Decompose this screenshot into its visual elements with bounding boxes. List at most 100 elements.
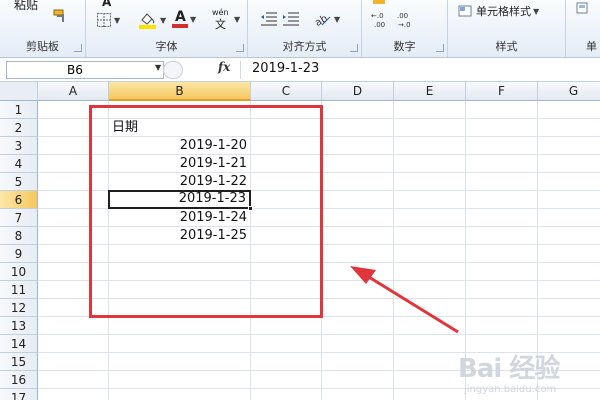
cell-e13[interactable]	[394, 317, 466, 335]
cell-f6[interactable]	[466, 191, 538, 209]
increase-indent-icon[interactable]	[282, 12, 300, 26]
row-header-13[interactable]: 13	[0, 317, 38, 335]
cell-g3[interactable]	[538, 137, 600, 155]
font-size-up-icon[interactable]: A	[102, 0, 111, 9]
cell-f4[interactable]	[466, 155, 538, 173]
cell-d17[interactable]	[322, 389, 394, 400]
cell-e6[interactable]	[394, 191, 466, 209]
fill-color-button[interactable]: ▼	[138, 11, 166, 29]
cell-g5[interactable]	[538, 173, 600, 191]
cell-e1[interactable]	[394, 101, 466, 119]
cell-e8[interactable]	[394, 227, 466, 245]
cell-e5[interactable]	[394, 173, 466, 191]
clipboard-launcher-icon[interactable]	[74, 44, 82, 52]
cell-styles-button[interactable]: 单元格样式 ▼	[458, 3, 539, 19]
cell-c17[interactable]	[251, 389, 322, 400]
cell-b17[interactable]	[109, 389, 251, 400]
alignment-launcher-icon[interactable]	[350, 44, 358, 52]
cell-a16[interactable]	[38, 371, 109, 389]
cell-d3[interactable]	[322, 137, 394, 155]
cell-c14[interactable]	[251, 335, 322, 353]
name-box-dropdown-icon[interactable]: ▼	[155, 63, 161, 72]
font-color-button[interactable]: A ▼	[172, 9, 196, 29]
cell-d6[interactable]	[322, 191, 394, 209]
cell-d16[interactable]	[322, 371, 394, 389]
cell-f13[interactable]	[466, 317, 538, 335]
cell-c13[interactable]	[251, 317, 322, 335]
cell-f1[interactable]	[466, 101, 538, 119]
cell-g4[interactable]	[538, 155, 600, 173]
cell-b14[interactable]	[109, 335, 251, 353]
cell-d1[interactable]	[322, 101, 394, 119]
row-header-1[interactable]: 1	[0, 101, 38, 119]
cell-f12[interactable]	[466, 299, 538, 317]
cell-d8[interactable]	[322, 227, 394, 245]
cell-d12[interactable]	[322, 299, 394, 317]
column-header-e[interactable]: E	[394, 82, 466, 101]
cell-f9[interactable]	[466, 245, 538, 263]
cell-f2[interactable]	[466, 119, 538, 137]
font-launcher-icon[interactable]	[236, 44, 244, 52]
cell-a13[interactable]	[38, 317, 109, 335]
name-box[interactable]: B6 ▼	[6, 61, 164, 79]
cell-g8[interactable]	[538, 227, 600, 245]
format-painter-icon[interactable]	[52, 8, 70, 24]
cell-b13[interactable]	[109, 317, 251, 335]
cell-d9[interactable]	[322, 245, 394, 263]
cell-e10[interactable]	[394, 263, 466, 281]
cell-d7[interactable]	[322, 209, 394, 227]
column-header-a[interactable]: A	[38, 82, 109, 101]
cell-e3[interactable]	[394, 137, 466, 155]
cell-f3[interactable]	[466, 137, 538, 155]
cell-c15[interactable]	[251, 353, 322, 371]
row-header-16[interactable]: 16	[0, 371, 38, 389]
column-header-d[interactable]: D	[322, 82, 394, 101]
cell-d4[interactable]	[322, 155, 394, 173]
cell-g12[interactable]	[538, 299, 600, 317]
paste-button[interactable]: 粘贴	[14, 0, 38, 13]
column-header-f[interactable]: F	[466, 82, 538, 101]
row-header-10[interactable]: 10	[0, 263, 38, 281]
row-header-17[interactable]: 17	[0, 389, 38, 400]
cell-d13[interactable]	[322, 317, 394, 335]
phonetic-button[interactable]: wén 文 ▼	[212, 8, 240, 31]
column-header-c[interactable]: C	[251, 82, 322, 101]
insert-function-icon[interactable]: fx	[218, 60, 230, 74]
decrease-decimal-icon[interactable]: .00 →.0	[396, 11, 418, 29]
number-launcher-icon[interactable]	[436, 44, 444, 52]
row-header-14[interactable]: 14	[0, 335, 38, 353]
cell-b15[interactable]	[109, 353, 251, 371]
cell-g10[interactable]	[538, 263, 600, 281]
cell-a14[interactable]	[38, 335, 109, 353]
cell-f5[interactable]	[466, 173, 538, 191]
cell-e4[interactable]	[394, 155, 466, 173]
cell-d14[interactable]	[322, 335, 394, 353]
row-header-7[interactable]: 7	[0, 209, 38, 227]
row-header-9[interactable]: 9	[0, 245, 38, 263]
row-header-3[interactable]: 3	[0, 137, 38, 155]
column-header-b[interactable]: B	[109, 82, 251, 101]
cell-e7[interactable]	[394, 209, 466, 227]
row-header-8[interactable]: 8	[0, 227, 38, 245]
formula-input[interactable]: 2019-1-23	[252, 61, 319, 76]
cell-d2[interactable]	[322, 119, 394, 137]
row-header-6[interactable]: 6	[0, 191, 38, 209]
cell-d15[interactable]	[322, 353, 394, 371]
column-header-g[interactable]: G	[538, 82, 600, 101]
cell-e12[interactable]	[394, 299, 466, 317]
row-header-5[interactable]: 5	[0, 173, 38, 191]
cell-g2[interactable]	[538, 119, 600, 137]
row-header-12[interactable]: 12	[0, 299, 38, 317]
cell-f7[interactable]	[466, 209, 538, 227]
row-header-2[interactable]: 2	[0, 119, 38, 137]
cell-d10[interactable]	[322, 263, 394, 281]
cell-g13[interactable]	[538, 317, 600, 335]
cell-d5[interactable]	[322, 173, 394, 191]
row-header-4[interactable]: 4	[0, 155, 38, 173]
orientation-button[interactable]: ab ▼	[312, 11, 340, 27]
border-button[interactable]: ▼	[96, 12, 120, 28]
cell-g7[interactable]	[538, 209, 600, 227]
accounting-icon[interactable]	[372, 0, 386, 5]
row-header-11[interactable]: 11	[0, 281, 38, 299]
cell-e9[interactable]	[394, 245, 466, 263]
